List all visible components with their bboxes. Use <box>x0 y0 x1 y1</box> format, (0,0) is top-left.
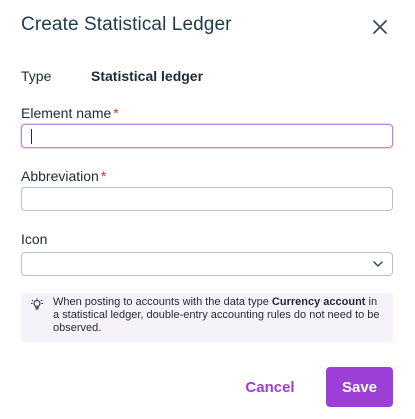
close-icon <box>373 20 387 34</box>
text-caret <box>31 129 32 144</box>
abbreviation-input[interactable] <box>21 187 393 211</box>
icon-label-text: Icon <box>21 231 48 247</box>
type-row: Type Statistical ledger <box>21 68 203 84</box>
save-button[interactable]: Save <box>326 367 393 407</box>
cancel-button[interactable]: Cancel <box>240 374 300 400</box>
icon-select[interactable] <box>21 252 393 276</box>
hint-box: When posting to accounts with the data t… <box>21 293 393 342</box>
icon-label: Icon <box>21 231 47 247</box>
abbreviation-label: Abbreviation * <box>21 168 106 184</box>
create-statistical-ledger-dialog: Create Statistical Ledger Type Statistic… <box>0 0 415 419</box>
required-mark: * <box>113 105 119 121</box>
element-name-input[interactable] <box>21 124 393 148</box>
element-name-label: Element name * <box>21 105 119 121</box>
type-value: Statistical ledger <box>91 68 204 84</box>
abbreviation-label-text: Abbreviation <box>21 168 99 184</box>
dialog-title: Create Statistical Ledger <box>21 14 232 35</box>
required-mark: * <box>100 168 107 184</box>
hint-text-before: When posting to accounts with the data t… <box>53 296 272 308</box>
lightbulb-icon <box>31 298 43 310</box>
chevron-down-icon <box>373 261 383 267</box>
element-name-label-text: Element name <box>21 105 112 121</box>
close-button[interactable] <box>370 17 390 37</box>
type-label: Type <box>21 68 52 84</box>
hint-text-bold: Currency account <box>271 296 366 308</box>
